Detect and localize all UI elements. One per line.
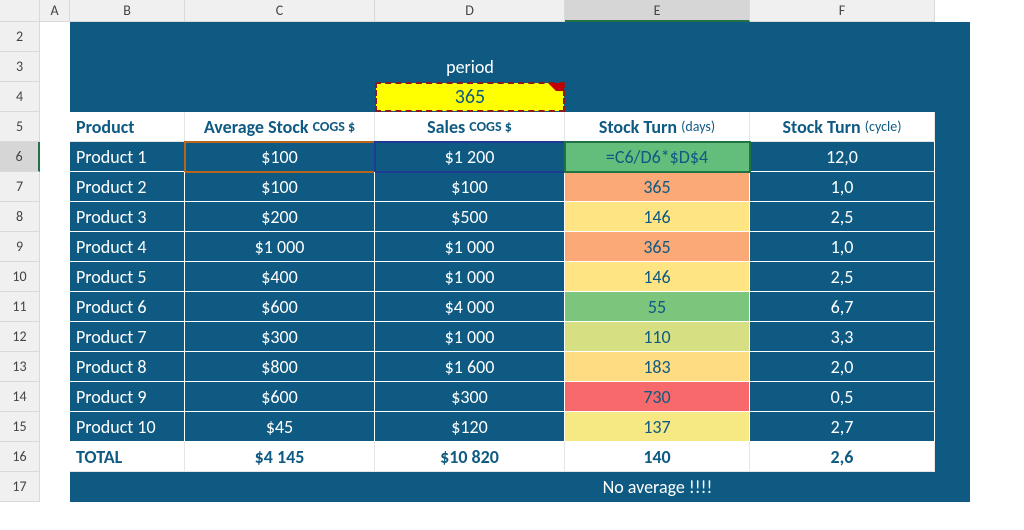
- cell-stock-turn-cycle[interactable]: 1,0: [750, 232, 935, 262]
- cell-stock-turn-days[interactable]: =C6/D6*$D$4: [565, 142, 750, 172]
- cell-stock-turn-days[interactable]: 146: [565, 262, 750, 292]
- row-header-13[interactable]: 13: [0, 352, 40, 382]
- row-header-14[interactable]: 14: [0, 382, 40, 412]
- grid-area[interactable]: period 365 Product Average Stock COGS $ …: [40, 22, 1024, 530]
- row-header-2[interactable]: 2: [0, 22, 40, 52]
- cell-stock-turn-cycle[interactable]: 2,0: [750, 352, 935, 382]
- cell-avg-stock[interactable]: $100: [185, 142, 375, 172]
- cell-stock-turn-days[interactable]: 183: [565, 352, 750, 382]
- cell-avg-stock[interactable]: $300: [185, 322, 375, 352]
- cell-stock-turn-days[interactable]: 110: [565, 322, 750, 352]
- cell-product[interactable]: Product 8: [70, 352, 185, 382]
- col-header-F[interactable]: F: [750, 0, 935, 22]
- row-header-16[interactable]: 16: [0, 442, 40, 472]
- row-header-12[interactable]: 12: [0, 322, 40, 352]
- cell-avg-stock[interactable]: $600: [185, 292, 375, 322]
- cell-stock-turn-days[interactable]: 137: [565, 412, 750, 442]
- cell-stock-turn-cycle[interactable]: 2,5: [750, 202, 935, 232]
- header-turn-days-sub: (days): [681, 118, 715, 135]
- row-header-9[interactable]: 9: [0, 232, 40, 262]
- cell-period-value[interactable]: 365: [375, 82, 565, 112]
- col-header-D[interactable]: D: [375, 0, 565, 22]
- cell-avg-stock[interactable]: $1 000: [185, 232, 375, 262]
- header-turn-days-text: Stock Turn: [599, 116, 677, 138]
- cell-stock-turn-days[interactable]: 365: [565, 172, 750, 202]
- cell-total-days[interactable]: 140: [565, 442, 750, 472]
- cell-sales[interactable]: $1 000: [375, 322, 565, 352]
- cell-stock-turn-cycle[interactable]: 6,7: [750, 292, 935, 322]
- cell-product[interactable]: Product 6: [70, 292, 185, 322]
- cell-product[interactable]: Product 5: [70, 262, 185, 292]
- header-turn-cycle[interactable]: Stock Turn (cycle): [750, 112, 935, 142]
- cell-stock-turn-cycle[interactable]: 12,0: [750, 142, 935, 172]
- cell-sales[interactable]: $120: [375, 412, 565, 442]
- header-turn-cycle-text: Stock Turn: [783, 116, 861, 138]
- cell-product[interactable]: Product 3: [70, 202, 185, 232]
- cell-stock-turn-days[interactable]: 730: [565, 382, 750, 412]
- cell-stock-turn-cycle[interactable]: 0,5: [750, 382, 935, 412]
- header-sales-sub: COGS $: [469, 118, 512, 135]
- cell-sales[interactable]: $300: [375, 382, 565, 412]
- cell-total-avg[interactable]: $4 145: [185, 442, 375, 472]
- cell-total-cycle[interactable]: 2,6: [750, 442, 935, 472]
- cell-product[interactable]: Product 7: [70, 322, 185, 352]
- row-header-7[interactable]: 7: [0, 172, 40, 202]
- cell-sales[interactable]: $1 200: [375, 142, 565, 172]
- cell-total-label[interactable]: TOTAL: [70, 442, 185, 472]
- header-avg-stock[interactable]: Average Stock COGS $: [185, 112, 375, 142]
- cell-product[interactable]: Product 4: [70, 232, 185, 262]
- header-product[interactable]: Product: [70, 112, 185, 142]
- col-header-B[interactable]: B: [70, 0, 185, 22]
- header-avg-stock-sub: COGS $: [313, 118, 356, 135]
- cell-product[interactable]: Product 2: [70, 172, 185, 202]
- col-header-E[interactable]: E: [565, 0, 750, 22]
- cell-sales[interactable]: $1 000: [375, 232, 565, 262]
- row-header-col: 2 3 4 5 6 7 8 9 10 11 12 13 14 15 16 17: [0, 22, 40, 502]
- cell-stock-turn-cycle[interactable]: 2,7: [750, 412, 935, 442]
- cell-sales[interactable]: $4 000: [375, 292, 565, 322]
- cell-footer-note[interactable]: No average !!!!: [565, 472, 750, 502]
- cell-product[interactable]: Product 1: [70, 142, 185, 172]
- header-turn-days[interactable]: Stock Turn (days): [565, 112, 750, 142]
- worksheet[interactable]: A B C D E F 2 3 4 5 6 7 8 9 10 11 12 13 …: [0, 0, 1024, 530]
- row-header-15[interactable]: 15: [0, 412, 40, 442]
- header-turn-cycle-sub: (cycle): [865, 118, 902, 135]
- cell-avg-stock[interactable]: $800: [185, 352, 375, 382]
- cell-total-sales[interactable]: $10 820: [375, 442, 565, 472]
- cell-product[interactable]: Product 10: [70, 412, 185, 442]
- column-header-row: A B C D E F: [0, 0, 1024, 22]
- cell-avg-stock[interactable]: $45: [185, 412, 375, 442]
- header-sales-text: Sales: [427, 116, 465, 138]
- select-all-corner[interactable]: [0, 0, 40, 22]
- cell-stock-turn-cycle[interactable]: 1,0: [750, 172, 935, 202]
- cell-sales[interactable]: $1 600: [375, 352, 565, 382]
- cell-stock-turn-days[interactable]: 146: [565, 202, 750, 232]
- header-avg-stock-text: Average Stock: [204, 116, 309, 138]
- row-header-4[interactable]: 4: [0, 82, 40, 112]
- cell-stock-turn-days[interactable]: 55: [565, 292, 750, 322]
- cell-avg-stock[interactable]: $600: [185, 382, 375, 412]
- cell-product[interactable]: Product 9: [70, 382, 185, 412]
- row-header-8[interactable]: 8: [0, 202, 40, 232]
- cell-avg-stock[interactable]: $100: [185, 172, 375, 202]
- cell-stock-turn-cycle[interactable]: 3,3: [750, 322, 935, 352]
- cell-stock-turn-cycle[interactable]: 2,5: [750, 262, 935, 292]
- row-header-10[interactable]: 10: [0, 262, 40, 292]
- row-header-5[interactable]: 5: [0, 112, 40, 142]
- cell-stock-turn-days[interactable]: 365: [565, 232, 750, 262]
- row-header-11[interactable]: 11: [0, 292, 40, 322]
- col-header-C[interactable]: C: [185, 0, 375, 22]
- cell-sales[interactable]: $1 000: [375, 262, 565, 292]
- header-sales[interactable]: Sales COGS $: [375, 112, 565, 142]
- col-header-A[interactable]: A: [40, 0, 70, 22]
- row-header-6[interactable]: 6: [0, 142, 40, 172]
- cell-sales[interactable]: $500: [375, 202, 565, 232]
- cell-avg-stock[interactable]: $400: [185, 262, 375, 292]
- row-header-3[interactable]: 3: [0, 52, 40, 82]
- cell-sales[interactable]: $100: [375, 172, 565, 202]
- row-header-17[interactable]: 17: [0, 472, 40, 502]
- cell-avg-stock[interactable]: $200: [185, 202, 375, 232]
- cell-period-label[interactable]: period: [375, 52, 565, 82]
